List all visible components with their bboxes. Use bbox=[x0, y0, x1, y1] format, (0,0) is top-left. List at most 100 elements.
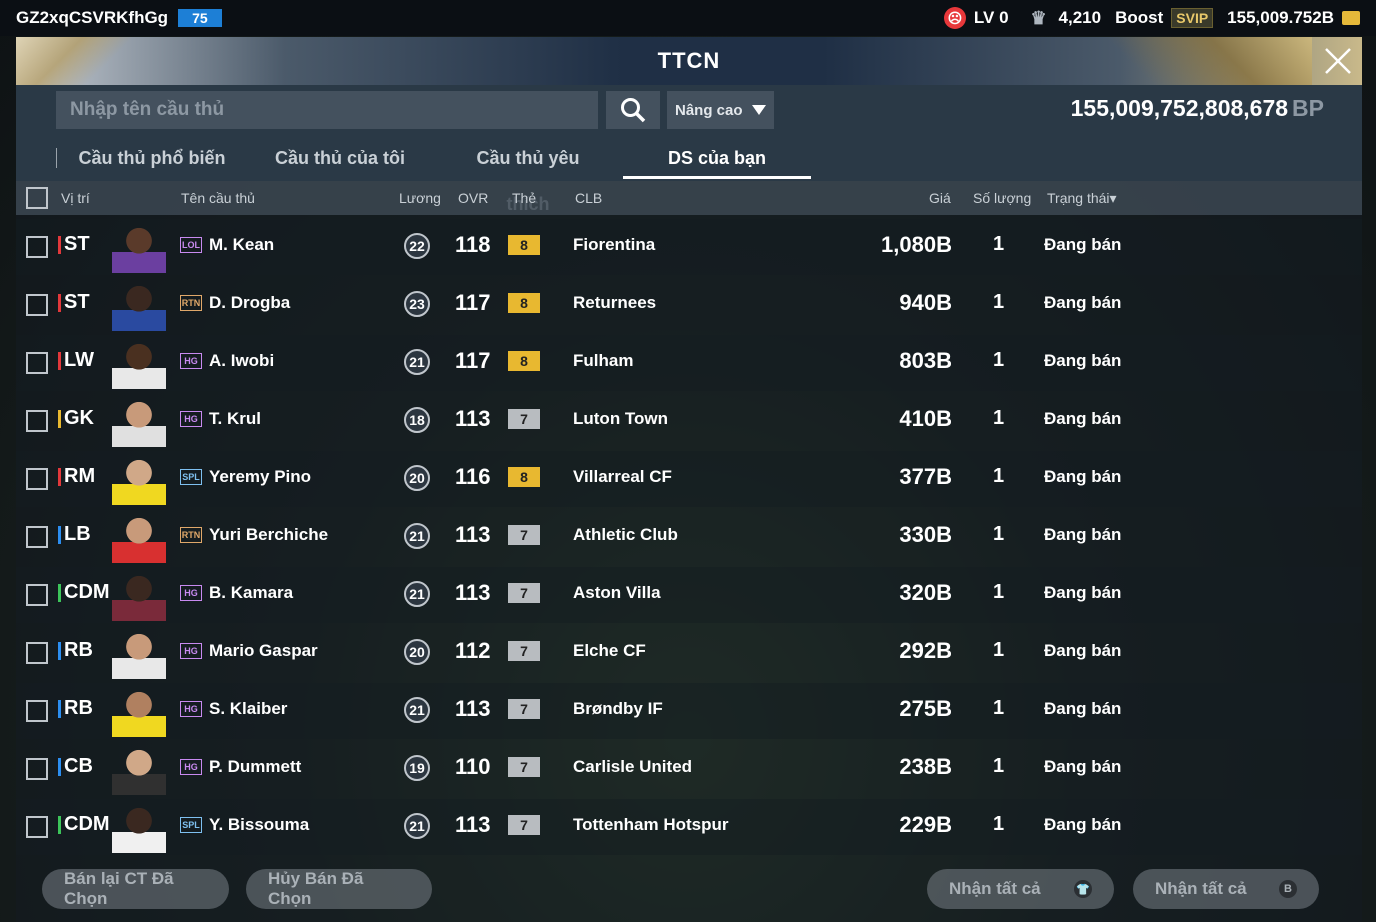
season-badge: HG bbox=[180, 759, 202, 775]
row-checkbox[interactable] bbox=[26, 294, 48, 316]
card-grade-badge: 7 bbox=[508, 583, 540, 603]
select-all-checkbox[interactable] bbox=[26, 187, 48, 209]
season-badge: HG bbox=[180, 585, 202, 601]
row-checkbox[interactable] bbox=[26, 236, 48, 258]
claim-all-bp-button[interactable]: Nhận tất cả B bbox=[1133, 869, 1319, 909]
col-wage[interactable]: Lương bbox=[399, 190, 441, 206]
row-checkbox[interactable] bbox=[26, 642, 48, 664]
row-checkbox[interactable] bbox=[26, 816, 48, 838]
table-row[interactable]: CDM HG B. Kamara 21 113 7 Aston Villa 32… bbox=[16, 567, 1362, 623]
advanced-filter-dropdown[interactable]: Nâng cao bbox=[667, 91, 774, 129]
resell-selected-button[interactable]: Bán lại CT Đã Chọn bbox=[42, 869, 229, 909]
ovr-value: 112 bbox=[455, 638, 491, 663]
col-status-filter[interactable]: Trạng thái▾ bbox=[1047, 190, 1117, 207]
row-checkbox[interactable] bbox=[26, 700, 48, 722]
table-row[interactable]: LB RTN Yuri Berchiche 21 113 7 Athletic … bbox=[16, 509, 1362, 565]
col-ovr[interactable]: OVR bbox=[458, 190, 488, 206]
row-checkbox[interactable] bbox=[26, 758, 48, 780]
ovr-value: 113 bbox=[455, 696, 491, 721]
table-row[interactable]: CB HG P. Dummett 19 110 7 Carlisle Unite… bbox=[16, 741, 1362, 797]
season-badge: HG bbox=[180, 411, 202, 427]
close-button[interactable] bbox=[1320, 43, 1356, 79]
ovr-value: 113 bbox=[455, 406, 491, 431]
tab-favorite-players[interactable]: Cầu thủ yêu thích bbox=[454, 135, 602, 214]
search-button[interactable] bbox=[606, 91, 660, 129]
player-name[interactable]: P. Dummett bbox=[209, 757, 301, 777]
close-icon[interactable] bbox=[1324, 47, 1352, 75]
quantity-value: 1 bbox=[993, 291, 1005, 313]
ovr-value: 117 bbox=[455, 348, 491, 373]
player-avatar bbox=[112, 279, 166, 331]
quantity-value: 1 bbox=[993, 465, 1005, 487]
price-value: 292B bbox=[899, 638, 952, 663]
col-quantity[interactable]: Số lượng bbox=[973, 190, 1031, 206]
dropdown-arrow-icon bbox=[752, 105, 766, 115]
table-row[interactable]: CDM SPL Y. Bissouma 21 113 7 Tottenham H… bbox=[16, 799, 1362, 855]
tab-my-players[interactable]: Cầu thủ của tôi bbox=[268, 135, 412, 181]
row-checkbox[interactable] bbox=[26, 468, 48, 490]
club-name: Athletic Club bbox=[573, 525, 678, 544]
boost-label[interactable]: Boost bbox=[1115, 8, 1163, 28]
wage-badge: 21 bbox=[404, 349, 430, 375]
header-decoration-left bbox=[16, 37, 136, 85]
jersey-icon: 👕 bbox=[1074, 880, 1092, 898]
table-row[interactable]: GK HG T. Krul 18 113 7 Luton Town 410B 1… bbox=[16, 393, 1362, 449]
col-card[interactable]: Thẻ bbox=[512, 190, 536, 206]
player-name[interactable]: Yuri Berchiche bbox=[209, 525, 328, 545]
quantity-value: 1 bbox=[993, 639, 1005, 661]
player-avatar bbox=[112, 627, 166, 679]
club-name: Fulham bbox=[573, 351, 634, 370]
player-name[interactable]: Mario Gaspar bbox=[209, 641, 318, 661]
tab-popular-players[interactable]: Cầu thủ phổ biến bbox=[78, 135, 226, 181]
row-checkbox[interactable] bbox=[26, 410, 48, 432]
player-name[interactable]: B. Kamara bbox=[209, 583, 293, 603]
table-row[interactable]: RB HG S. Klaiber 21 113 7 Brøndby IF 275… bbox=[16, 683, 1362, 739]
season-badge: HG bbox=[180, 701, 202, 717]
player-search-input[interactable] bbox=[56, 91, 598, 129]
svip-badge[interactable]: SVIP bbox=[1171, 8, 1214, 28]
club-name: Luton Town bbox=[573, 409, 669, 428]
search-icon[interactable] bbox=[620, 97, 646, 123]
col-position[interactable]: Vị trí bbox=[61, 190, 90, 206]
status-text: Đang bán bbox=[1044, 699, 1122, 718]
table-row[interactable]: RB HG Mario Gaspar 20 112 7 Elche CF 292… bbox=[16, 625, 1362, 681]
row-checkbox[interactable] bbox=[26, 584, 48, 606]
status-text: Đang bán bbox=[1044, 641, 1122, 660]
col-player-name[interactable]: Tên cầu thủ bbox=[181, 190, 255, 206]
table-row[interactable]: RM SPL Yeremy Pino 20 116 8 Villarreal C… bbox=[16, 451, 1362, 507]
quantity-value: 1 bbox=[993, 233, 1005, 255]
player-avatar bbox=[112, 569, 166, 621]
table-row[interactable]: ST LOL M. Kean 22 118 8 Fiorentina 1,080… bbox=[16, 219, 1362, 275]
player-name[interactable]: Yeremy Pino bbox=[209, 467, 311, 487]
table-row[interactable]: LW HG A. Iwobi 21 117 8 Fulham 803B 1 Đa… bbox=[16, 335, 1362, 391]
table-row[interactable]: ST RTN D. Drogba 23 117 8 Returnees 940B… bbox=[16, 277, 1362, 333]
status-text: Đang bán bbox=[1044, 757, 1122, 776]
tab-your-list[interactable]: DS của bạn bbox=[623, 135, 811, 181]
wage-badge: 22 bbox=[404, 233, 430, 259]
player-name[interactable]: T. Krul bbox=[209, 409, 261, 429]
claim-all-players-button[interactable]: Nhận tất cả 👕 bbox=[927, 869, 1114, 909]
col-club[interactable]: CLB bbox=[575, 190, 602, 206]
player-name[interactable]: A. Iwobi bbox=[209, 351, 274, 371]
player-name[interactable]: S. Klaiber bbox=[209, 699, 287, 719]
lv-label: LV 0 bbox=[973, 8, 1009, 27]
row-checkbox[interactable] bbox=[26, 352, 48, 374]
player-name[interactable]: Y. Bissouma bbox=[209, 815, 309, 835]
tab-bar: Cầu thủ phổ biến Cầu thủ của tôi Cầu thủ… bbox=[16, 135, 1362, 214]
col-price[interactable]: Giá bbox=[929, 190, 951, 206]
resell-selected-label: Bán lại CT Đã Chọn bbox=[64, 869, 174, 908]
ovr-value: 118 bbox=[455, 232, 491, 257]
ovr-value: 113 bbox=[455, 812, 491, 837]
wage-badge: 19 bbox=[404, 755, 430, 781]
player-name[interactable]: M. Kean bbox=[209, 235, 274, 255]
card-grade-badge: 7 bbox=[508, 525, 540, 545]
wage-badge: 21 bbox=[404, 697, 430, 723]
status-text: Đang bán bbox=[1044, 235, 1122, 254]
status-bar: GZ2xqCSVRKfhGg 75 ☹ LV 0 ♛ 4,210 Boost S… bbox=[0, 0, 1376, 36]
player-name[interactable]: D. Drogba bbox=[209, 293, 290, 313]
player-position: CB bbox=[58, 755, 93, 778]
row-checkbox[interactable] bbox=[26, 526, 48, 548]
quantity-value: 1 bbox=[993, 407, 1005, 429]
cancel-selected-button[interactable]: Hủy Bán Đã Chọn bbox=[246, 869, 432, 909]
quantity-value: 1 bbox=[993, 813, 1005, 835]
